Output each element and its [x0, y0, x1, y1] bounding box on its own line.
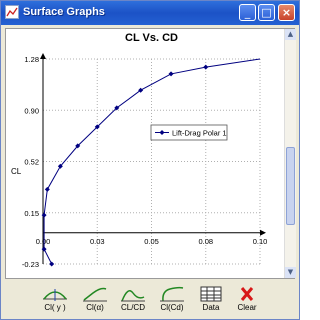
data-point — [41, 246, 47, 252]
x-tick-label: 0.05 — [144, 237, 159, 246]
clear-label: Clear — [237, 303, 257, 312]
y-tick-label: 0.90 — [24, 106, 39, 115]
cl-y-icon — [43, 289, 67, 301]
window-title: Surface Graphs — [23, 6, 105, 18]
data-button[interactable]: Data — [193, 285, 229, 317]
cl-cd-icon — [160, 286, 184, 302]
y-axis-label: CL — [11, 167, 22, 176]
data-point — [203, 64, 209, 70]
data-point — [41, 212, 47, 218]
scroll-up-arrow-icon[interactable]: ▲ — [285, 29, 296, 40]
data-label: Data — [202, 303, 220, 312]
close-button[interactable]: × — [278, 4, 295, 21]
cl-alpha-icon — [83, 287, 107, 302]
app-icon — [5, 5, 19, 19]
scrollbar-thumb[interactable] — [286, 147, 295, 225]
cl-cd-button[interactable]: Cl(Cd) — [154, 285, 190, 317]
title-bar[interactable]: Surface Graphs _ □ × — [1, 1, 299, 25]
y-tick-label: 1.28 — [24, 55, 39, 64]
chart: CL Vs. CDCL0.00 0.03 0.05 0.08 0.10-0.230.15… — [11, 32, 268, 269]
cl-y-label: Cl( y ) — [44, 303, 66, 312]
cl-alpha-label: Cl(α) — [86, 303, 104, 312]
x-axis-arrow — [260, 229, 266, 236]
x-tick-label: 0.08 — [198, 237, 213, 246]
cl-y-button[interactable]: Cl( y ) — [37, 285, 73, 317]
data-point — [168, 71, 174, 77]
y-axis-arrow — [40, 53, 46, 59]
y-tick-label: -0.23 — [22, 260, 39, 269]
minimize-button[interactable]: _ — [239, 4, 256, 21]
clear-x-icon — [240, 287, 254, 301]
cl-cd-ratio-label: CL/CD — [120, 303, 145, 312]
cl-cd-label: Cl(Cd) — [160, 303, 184, 312]
cl-cd-ratio-icon — [121, 290, 145, 302]
legend-label: Lift-Drag Polar 1 — [172, 129, 227, 138]
y-tick-label: 0.52 — [24, 158, 39, 167]
x-tick-label: 0.03 — [90, 237, 105, 246]
vertical-scrollbar[interactable]: ▲ ▼ — [284, 29, 296, 278]
toolbar: Cl( y ) Cl(α) CL/CD Cl(Cd) Data Clear — [1, 281, 299, 319]
surface-graphs-window: Surface Graphs _ □ × CL Vs. CD CL 0.00 0.03… — [0, 0, 300, 320]
data-table-icon — [200, 286, 222, 302]
cl-alpha-button[interactable]: Cl(α) — [77, 285, 113, 317]
chart-title: CL Vs. CD — [125, 32, 178, 44]
data-point — [49, 261, 55, 267]
scroll-down-arrow-icon[interactable]: ▼ — [285, 267, 296, 278]
maximize-button[interactable]: □ — [258, 4, 275, 21]
cl-cd-ratio-button[interactable]: CL/CD — [115, 285, 151, 317]
y-tick-label: 0.15 — [24, 209, 39, 218]
data-point — [44, 186, 50, 192]
x-tick-label: 0.10 — [253, 237, 268, 246]
clear-button[interactable]: Clear — [229, 285, 265, 317]
